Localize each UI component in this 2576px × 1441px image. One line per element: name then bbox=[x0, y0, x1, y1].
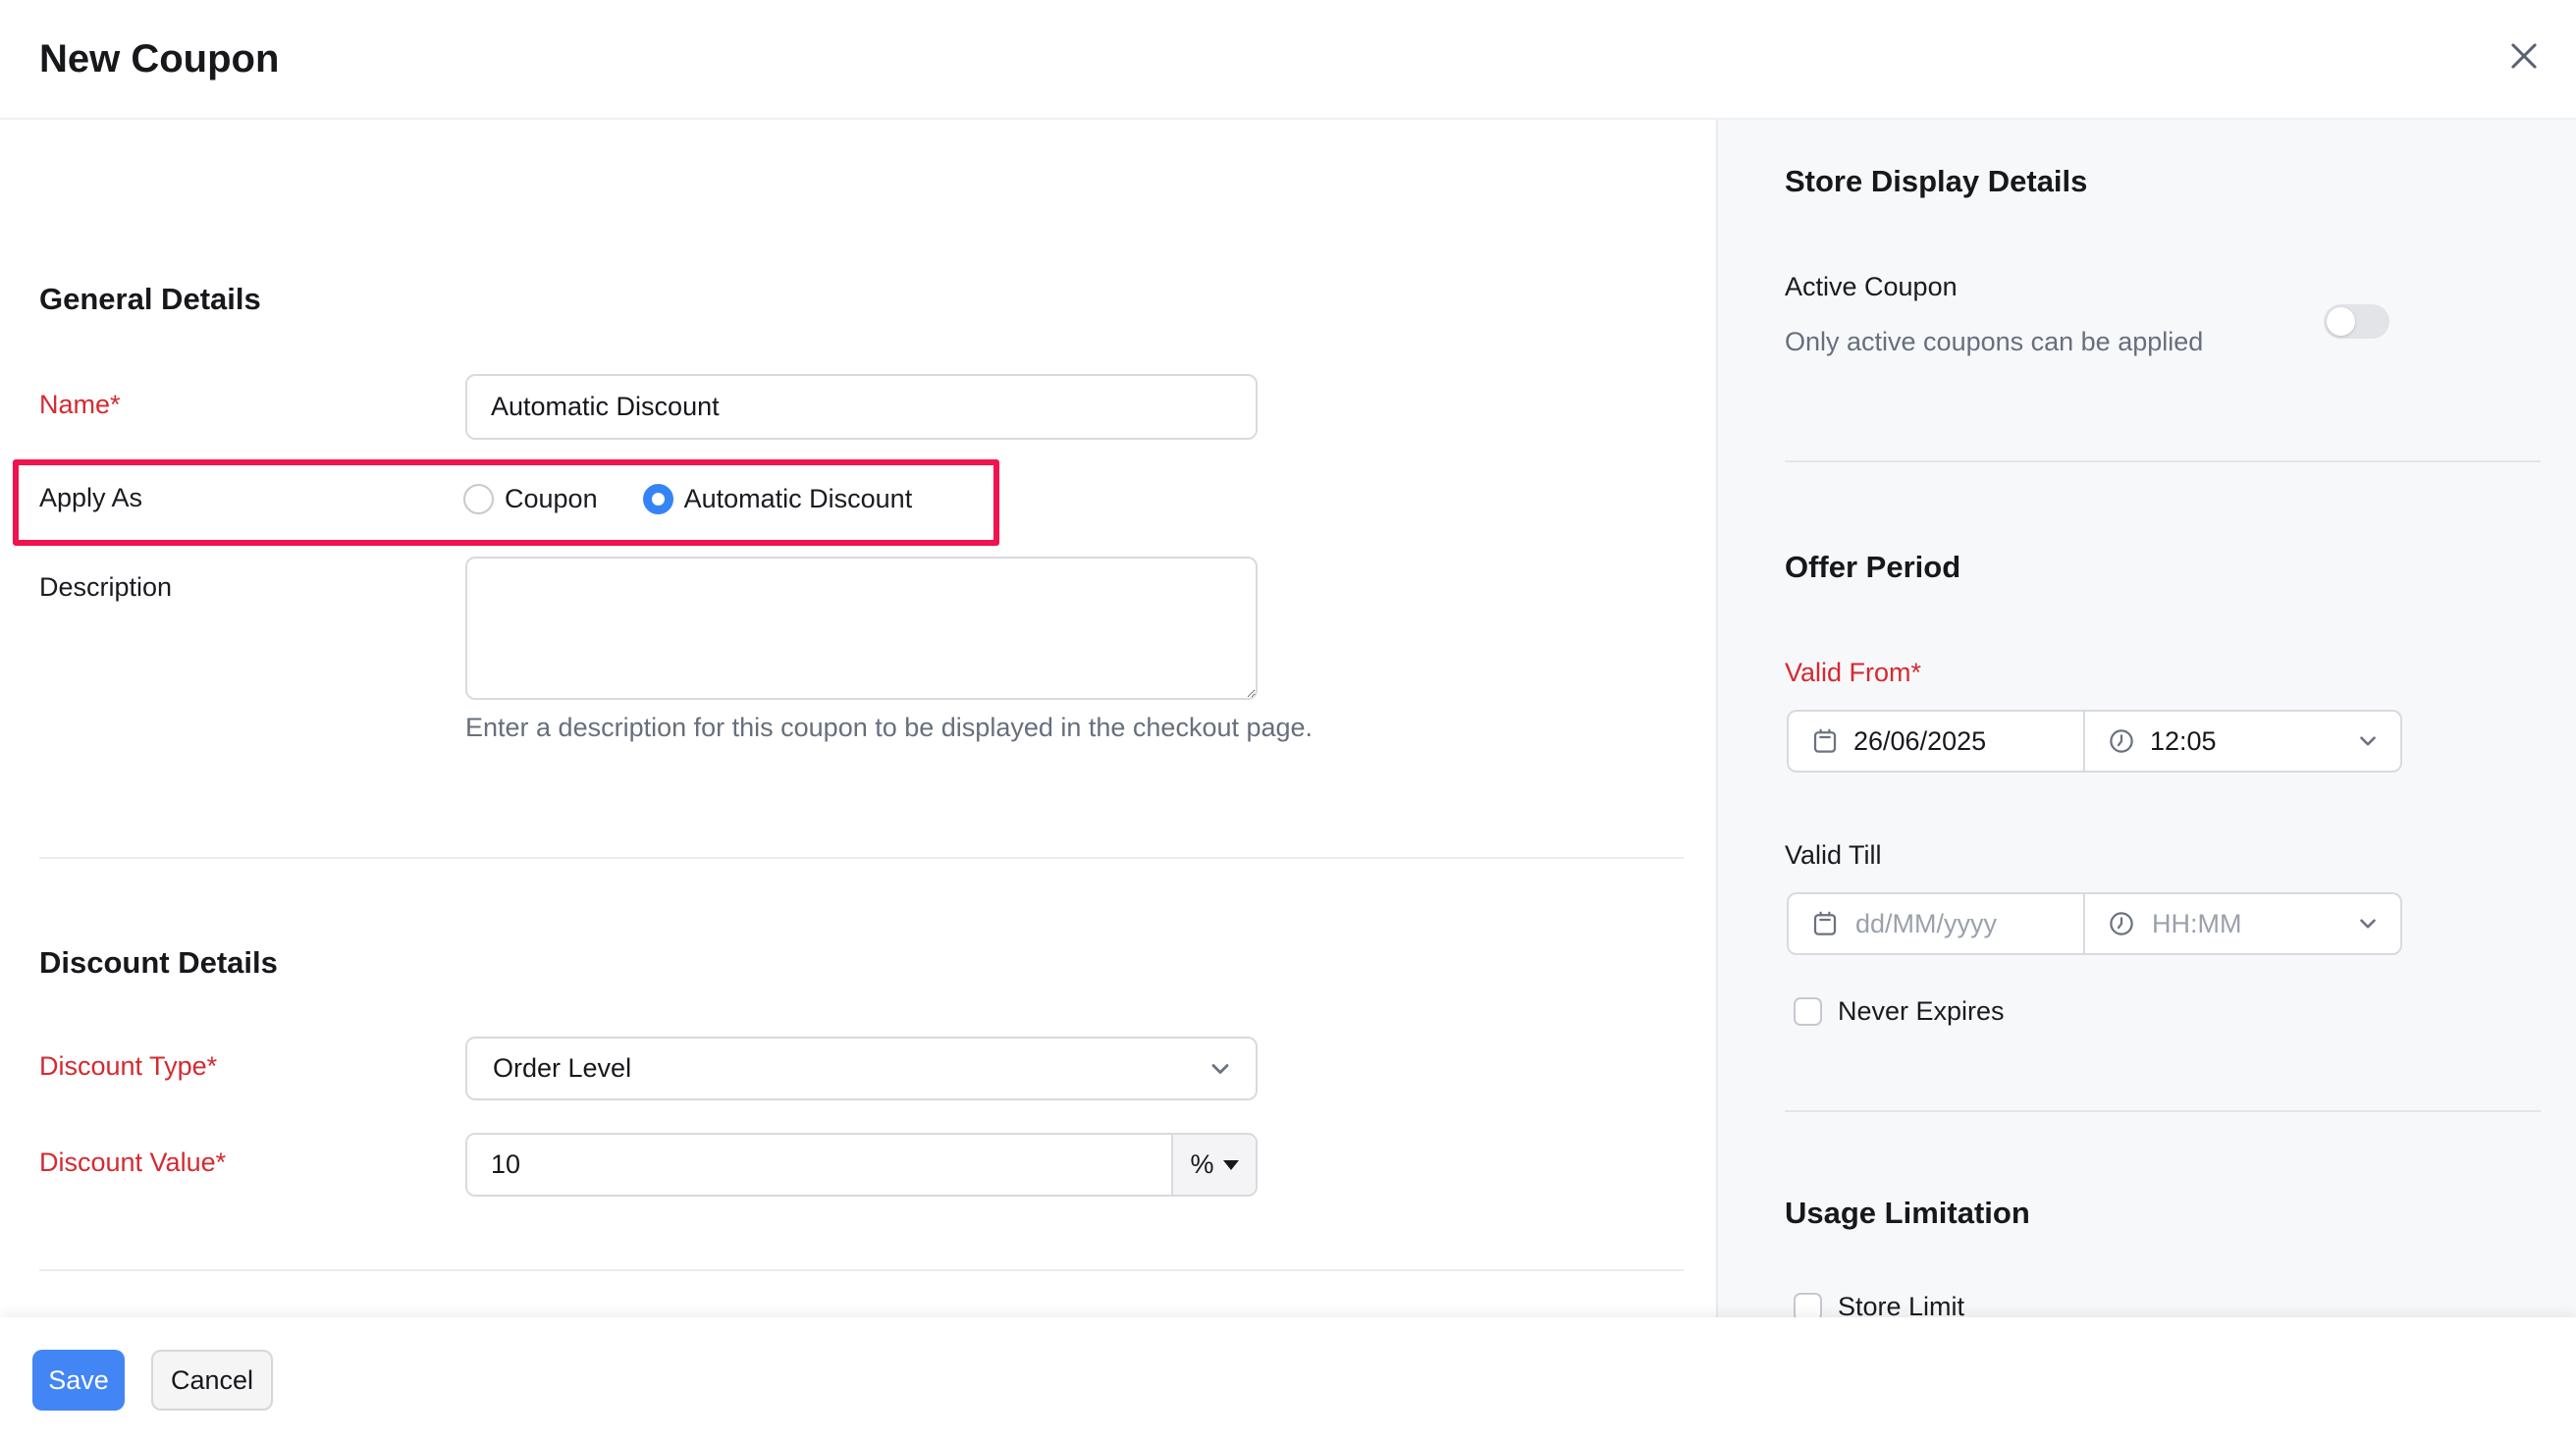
valid-from-datetime: 26/06/2025 12:05 bbox=[1787, 710, 2402, 773]
chevron-down-icon bbox=[2355, 728, 2381, 754]
never-expires-label: Never Expires bbox=[1838, 996, 2005, 1027]
radio-option-automatic-discount[interactable]: Automatic Discount bbox=[643, 484, 913, 514]
valid-from-date-value: 26/06/2025 bbox=[1853, 726, 1986, 757]
discount-details-heading: Discount Details bbox=[39, 945, 278, 981]
never-expires-checkbox-row[interactable]: Never Expires bbox=[1794, 996, 2005, 1027]
offer-period-heading: Offer Period bbox=[1785, 550, 1960, 585]
apply-as-label: Apply As bbox=[39, 483, 142, 513]
calendar-icon bbox=[1810, 725, 1840, 757]
discount-type-select[interactable]: Order Level bbox=[465, 1037, 1258, 1100]
valid-from-time-field[interactable]: 12:05 bbox=[2085, 712, 2400, 771]
radio-option-label: Coupon bbox=[505, 484, 598, 514]
active-coupon-toggle[interactable] bbox=[2324, 304, 2389, 339]
active-coupon-helper-text: Only active coupons can be applied bbox=[1785, 323, 2203, 361]
modal-footer: Save Cancel bbox=[0, 1317, 2576, 1441]
panel-divider bbox=[1785, 460, 2541, 462]
chevron-down-icon bbox=[1207, 1055, 1234, 1083]
modal-header: New Coupon bbox=[0, 0, 2576, 120]
description-label: Description bbox=[39, 572, 172, 603]
discount-value-label: Discount Value* bbox=[39, 1147, 226, 1178]
valid-from-time-value: 12:05 bbox=[2150, 726, 2217, 757]
name-label: Name* bbox=[39, 390, 121, 420]
description-helper-text: Enter a description for this coupon to b… bbox=[465, 709, 1378, 747]
valid-till-date-field[interactable] bbox=[1789, 894, 2085, 953]
close-button[interactable] bbox=[2501, 33, 2547, 79]
active-coupon-label: Active Coupon bbox=[1785, 272, 1958, 302]
discount-unit-dropdown[interactable]: % bbox=[1171, 1135, 1256, 1195]
usage-limitation-heading: Usage Limitation bbox=[1785, 1196, 2030, 1231]
valid-from-date-field[interactable]: 26/06/2025 bbox=[1789, 712, 2085, 771]
name-input[interactable] bbox=[465, 374, 1258, 440]
general-details-heading: General Details bbox=[39, 282, 261, 317]
cancel-button[interactable]: Cancel bbox=[151, 1350, 273, 1411]
calendar-icon bbox=[1810, 908, 1840, 939]
discount-value-group: % bbox=[465, 1133, 1258, 1197]
discount-value-input[interactable] bbox=[467, 1135, 1171, 1195]
toggle-knob bbox=[2327, 307, 2355, 336]
section-divider bbox=[39, 857, 1684, 859]
radio-checked-icon bbox=[643, 484, 673, 514]
discount-unit-value: % bbox=[1190, 1149, 1213, 1180]
checkbox-unchecked-icon bbox=[1794, 997, 1822, 1026]
store-display-details-heading: Store Display Details bbox=[1785, 164, 2087, 199]
apply-as-radio-group: Coupon Automatic Discount bbox=[463, 479, 912, 518]
chevron-down-icon bbox=[2355, 911, 2381, 936]
discount-type-value: Order Level bbox=[467, 1053, 1207, 1084]
section-divider bbox=[39, 1269, 1684, 1271]
main-form-column: General Details Name* Apply As Coupon Au… bbox=[0, 118, 1716, 1441]
close-icon bbox=[2505, 37, 2543, 75]
caret-down-icon bbox=[1223, 1160, 1239, 1170]
discount-type-label: Discount Type* bbox=[39, 1051, 217, 1082]
radio-unchecked-icon bbox=[463, 484, 494, 514]
valid-till-label: Valid Till bbox=[1785, 840, 1882, 871]
panel-divider bbox=[1785, 1110, 2541, 1112]
page-title: New Coupon bbox=[39, 37, 279, 81]
valid-till-date-input[interactable] bbox=[1853, 908, 2014, 940]
clock-icon bbox=[2107, 909, 2136, 938]
save-button[interactable]: Save bbox=[32, 1350, 125, 1411]
valid-till-time-input[interactable] bbox=[2150, 908, 2281, 940]
side-panel: Store Display Details Active Coupon Only… bbox=[1716, 118, 2576, 1441]
description-textarea[interactable] bbox=[465, 557, 1258, 700]
clock-icon bbox=[2107, 726, 2136, 756]
valid-till-time-field[interactable] bbox=[2085, 894, 2400, 953]
radio-option-coupon[interactable]: Coupon bbox=[463, 484, 598, 514]
valid-till-datetime bbox=[1787, 892, 2402, 955]
radio-option-label: Automatic Discount bbox=[684, 484, 913, 514]
valid-from-label: Valid From* bbox=[1785, 658, 1921, 688]
